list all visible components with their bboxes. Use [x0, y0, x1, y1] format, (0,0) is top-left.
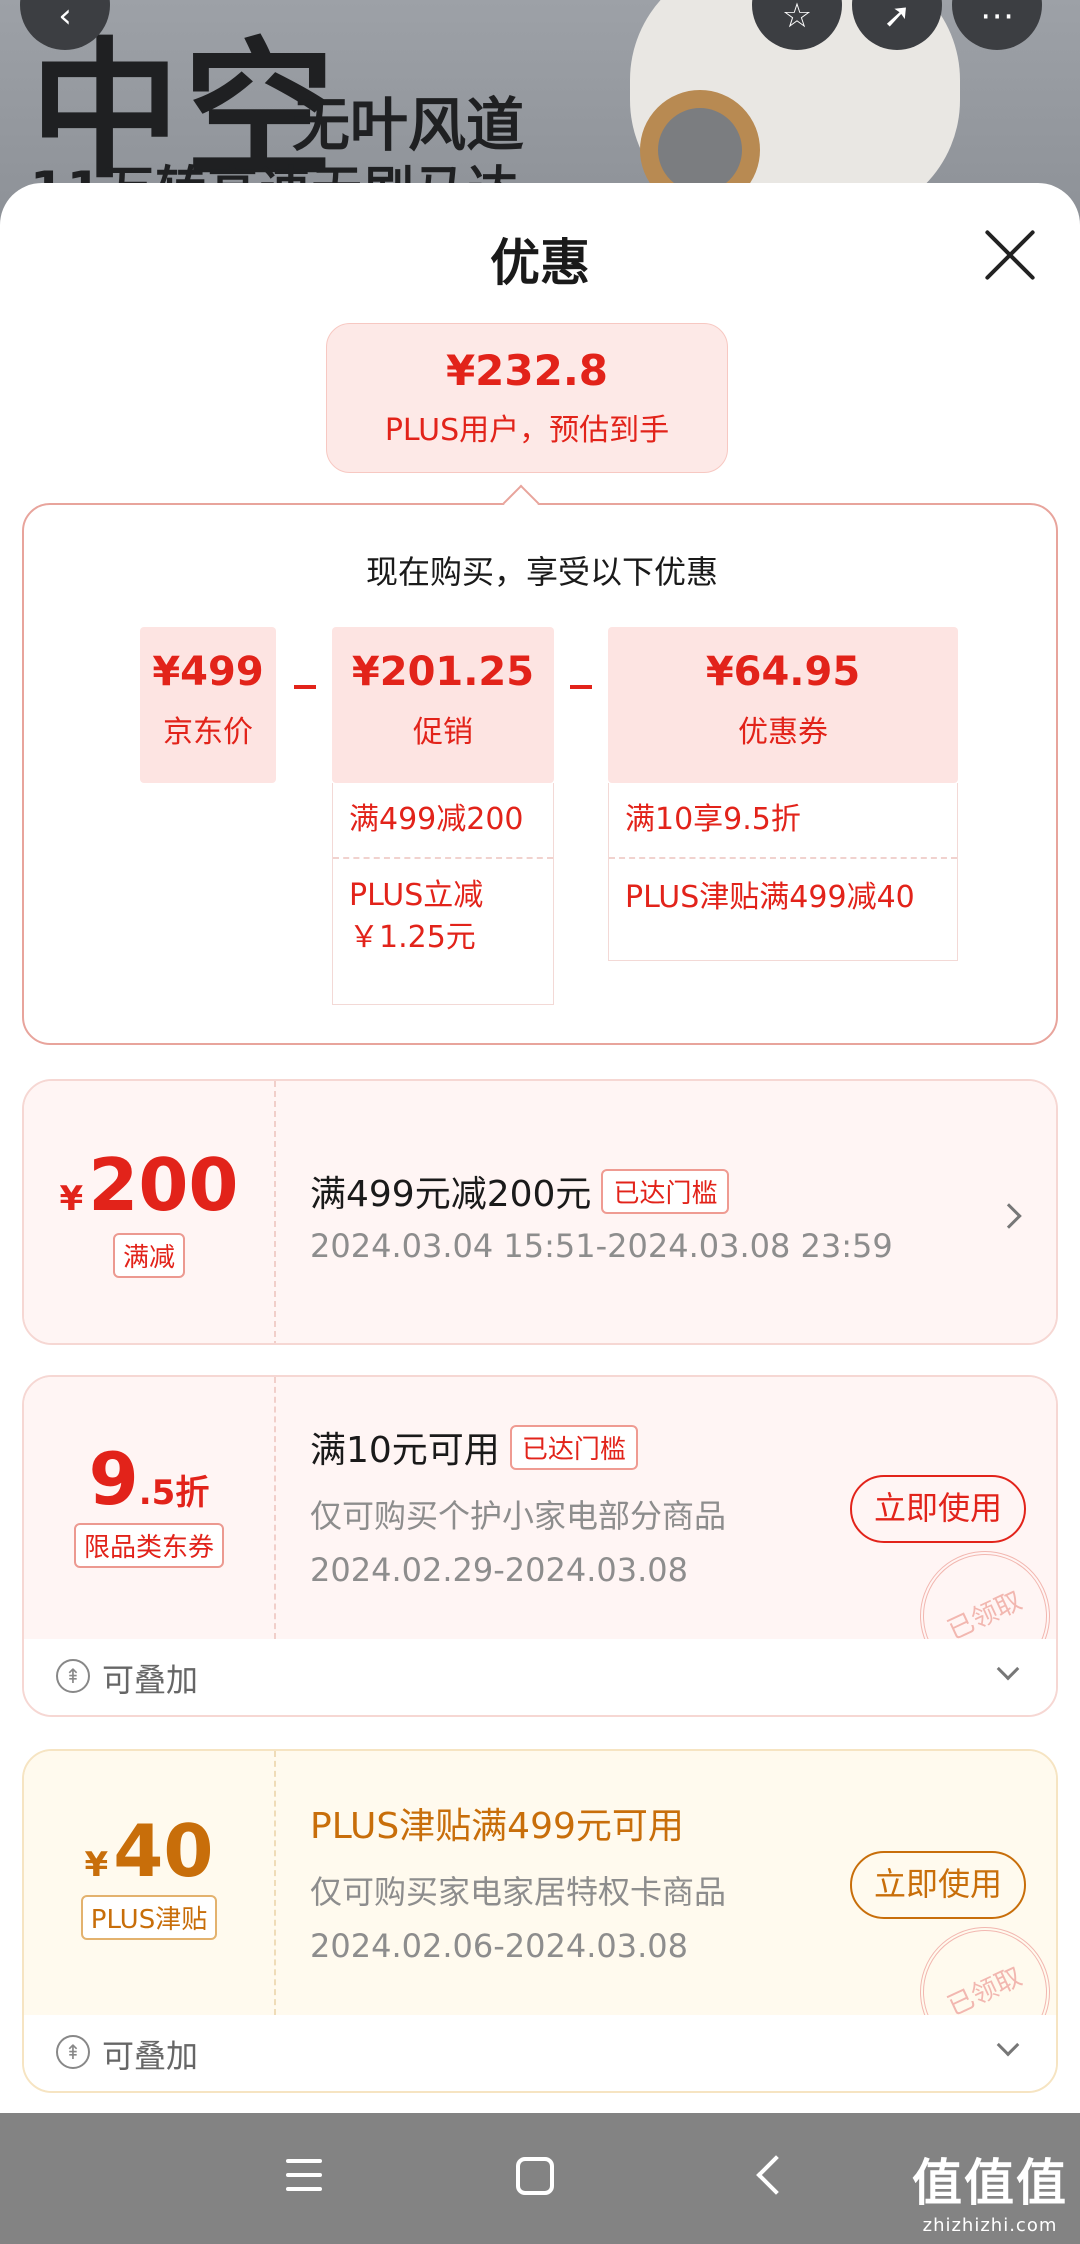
- estimated-price-note: PLUS用户，预估到手: [384, 413, 670, 448]
- promotion-details: 满499减200 PLUS立减 ￥1.25元: [332, 783, 554, 1005]
- currency-symbol: ¥: [84, 1845, 109, 1885]
- coupon-title-text: 满10元可用: [310, 1430, 500, 1471]
- coupon-tag: PLUS津贴: [80, 1895, 218, 1940]
- threshold-badge: 已达门槛: [601, 1169, 730, 1214]
- coupon-body: ¥ 40 PLUS津贴 PLUS津贴满499元可用 仅可购买家电家居特权卡商品 …: [24, 1751, 1056, 2079]
- recent-apps-icon[interactable]: [286, 2159, 322, 2195]
- coupon-value-area: ¥ 40 PLUS津贴: [24, 1751, 276, 2015]
- back-nav-icon[interactable]: [756, 2155, 796, 2195]
- coupon-value: 9: [88, 1437, 139, 1521]
- stackable-row[interactable]: ⇞ 可叠加: [24, 1639, 1056, 1715]
- coupon-value-suffix: .5折: [138, 1473, 210, 1513]
- more-icon[interactable]: ⋯: [952, 0, 1042, 50]
- stack-icon: ⇞: [56, 1659, 90, 1693]
- jd-price-label: 京东价: [163, 715, 253, 750]
- chevron-down-icon[interactable]: [996, 2033, 1020, 2057]
- coupon-value-area: ¥ 200 满减: [24, 1081, 276, 1343]
- breakdown-title: 现在购买，享受以下优惠: [365, 553, 718, 591]
- promotion-item: PLUS立减: [349, 878, 484, 913]
- stack-icon: ⇞: [56, 2035, 90, 2069]
- price-breakdown: 现在购买，享受以下优惠 ¥499 京东价 ¥201.25 促销 满499减200…: [22, 503, 1058, 1045]
- threshold-badge: 已达门槛: [509, 1425, 638, 1470]
- stackable-label: 可叠加: [102, 1661, 199, 1699]
- watermark: 值值值 zhizhizhi.com: [912, 2143, 1068, 2236]
- chevron-down-icon[interactable]: [996, 1657, 1020, 1681]
- coupon-title: 满499元减200元 已达门槛: [310, 1165, 730, 1217]
- coupon-scope: 仅可购买家电家居特权卡商品: [310, 1873, 727, 1911]
- stackable-label: 可叠加: [102, 2037, 199, 2075]
- coupon-title: PLUS津贴满499元可用: [310, 1806, 684, 1847]
- coupon-details: 满10享9.5折 PLUS津贴满499减40: [608, 783, 958, 961]
- coupon-value: 40: [113, 1809, 214, 1893]
- coupon-full-reduction[interactable]: ¥ 200 满减 满499元减200元 已达门槛 2024.03.04 15:51…: [22, 1079, 1058, 1345]
- coupon-body: ¥ 200 满减 满499元减200元 已达门槛 2024.03.04 15:51…: [24, 1081, 1056, 1343]
- system-nav-bar: 值值值 zhizhizhi.com: [0, 2113, 1080, 2244]
- close-icon[interactable]: [980, 225, 1040, 285]
- estimated-price: ¥232.8: [445, 346, 609, 395]
- home-icon[interactable]: [516, 2157, 554, 2195]
- coupon-scope: 仅可购买个护小家电部分商品: [310, 1497, 727, 1535]
- coupon-amount: ¥64.95: [705, 649, 861, 695]
- coupon-card-summary: ¥64.95 优惠券: [608, 627, 958, 783]
- coupon-value-area: 9.5折 限品类东券: [24, 1377, 276, 1639]
- coupon-tag: 满减: [112, 1233, 185, 1278]
- discount-sheet: 优惠 ¥232.8 PLUS用户，预估到手 现在购买，享受以下优惠 ¥499 京…: [0, 183, 1080, 2113]
- coupon-item: PLUS津贴满499减40: [625, 880, 915, 915]
- estimated-price-box: ¥232.8 PLUS用户，预估到手: [326, 323, 728, 473]
- minus-sign: [570, 685, 592, 689]
- promotion-card: ¥201.25 促销: [332, 627, 554, 783]
- promotion-item: ￥1.25元: [349, 920, 476, 955]
- promotion-amount: ¥201.25: [351, 649, 535, 695]
- promotion-item: 满499减200: [333, 783, 553, 859]
- use-now-button[interactable]: 立即使用: [850, 1475, 1026, 1543]
- coupon-plus-allowance: ¥ 40 PLUS津贴 PLUS津贴满499元可用 仅可购买家电家居特权卡商品 …: [22, 1749, 1058, 2093]
- currency-symbol: ¥: [59, 1179, 84, 1219]
- coupon-body: 9.5折 限品类东券 满10元可用 已达门槛 仅可购买个护小家电部分商品 2024…: [24, 1377, 1056, 1703]
- coupon-item: 满10享9.5折: [609, 783, 957, 859]
- coupon-period: 2024.02.29-2024.03.08: [310, 1551, 688, 1589]
- chevron-right-icon[interactable]: [996, 1203, 1022, 1229]
- coupon-title-text: 满499元减200元: [310, 1174, 592, 1215]
- coupon-period: 2024.03.04 15:51-2024.03.08 23:59: [310, 1227, 893, 1265]
- use-now-button[interactable]: 立即使用: [850, 1851, 1026, 1919]
- minus-sign: [294, 685, 316, 689]
- sheet-title: 优惠: [490, 234, 590, 292]
- coupon-tag: 限品类东券: [73, 1523, 224, 1568]
- coupon-label: 优惠券: [738, 715, 828, 750]
- coupon-period: 2024.02.06-2024.03.08: [310, 1927, 688, 1965]
- coupon-value: 200: [88, 1143, 239, 1227]
- jd-price-card: ¥499 京东价: [140, 627, 276, 783]
- jd-price-amount: ¥499: [152, 649, 264, 695]
- promotion-label: 促销: [413, 715, 473, 750]
- watermark-logo: 值值值: [912, 2154, 1068, 2212]
- coupon-discount: 9.5折 限品类东券 满10元可用 已达门槛 仅可购买个护小家电部分商品 2024…: [22, 1375, 1058, 1717]
- watermark-url: zhizhizhi.com: [922, 2215, 1058, 2236]
- coupon-title: 满10元可用 已达门槛: [310, 1421, 638, 1473]
- stackable-row[interactable]: ⇞ 可叠加: [24, 2015, 1056, 2091]
